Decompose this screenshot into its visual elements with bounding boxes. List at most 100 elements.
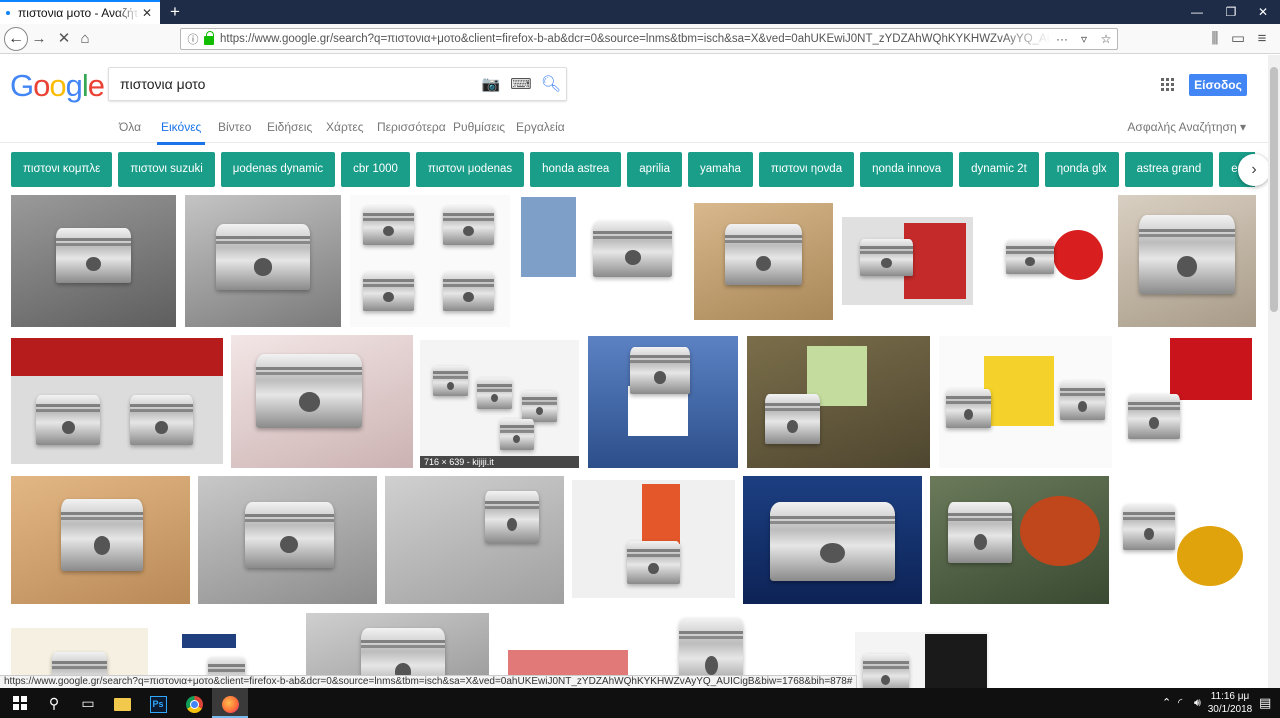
bookmark-star-icon[interactable]: ☆: [1095, 32, 1117, 46]
stop-loading-icon[interactable]: ✕: [54, 29, 74, 49]
related-searches-chips: πιστονι κομπλε πιστονι suzuki μodenas dyna…: [11, 152, 1255, 188]
firefox-icon[interactable]: [212, 688, 248, 718]
network-icon[interactable]: ◜: [1178, 688, 1182, 718]
image-result[interactable]: [588, 336, 738, 468]
chip[interactable]: ηonda glx: [1044, 152, 1119, 187]
image-result[interactable]: [855, 632, 989, 688]
forward-arrow-icon[interactable]: →: [29, 29, 49, 49]
browser-titlebar: πιστονια μοτο - Αναζήτηση Google ✕ + — ❐…: [0, 0, 1280, 24]
task-view-icon[interactable]: ▭: [70, 688, 106, 718]
show-hidden-icons-icon[interactable]: ⌃: [1162, 688, 1171, 718]
vertical-scrollbar[interactable]: [1268, 55, 1280, 688]
search-box: 📷 ⌨ 🔍︎: [108, 67, 567, 101]
image-result[interactable]: [385, 476, 564, 604]
keyboard-icon[interactable]: ⌨: [506, 75, 536, 93]
photoshop-icon[interactable]: Ps: [140, 688, 176, 718]
image-hover-caption: 716 × 639 - kijiji.it: [420, 456, 579, 468]
image-result[interactable]: [11, 195, 176, 327]
chip[interactable]: μodenas dynamic: [220, 152, 336, 187]
info-icon[interactable]: ⓘ: [184, 31, 202, 47]
image-result[interactable]: [743, 476, 922, 604]
tab-loading-icon: [6, 11, 10, 15]
tab-more[interactable]: Περισσότερα: [377, 120, 446, 134]
chip[interactable]: πιστονι μodenas: [415, 152, 525, 187]
image-result[interactable]: [350, 195, 510, 327]
tab-news[interactable]: Ειδήσεις: [267, 120, 312, 134]
minimize-icon[interactable]: —: [1180, 0, 1214, 24]
google-logo[interactable]: Google: [10, 68, 105, 104]
scrollbar-thumb[interactable]: [1270, 67, 1278, 312]
logo-letter: G: [10, 68, 34, 103]
image-result[interactable]: [185, 195, 341, 327]
address-bar[interactable]: ⓘ https://www.google.gr/search?q=πιστονι…: [180, 28, 1118, 50]
image-result[interactable]: [572, 480, 735, 598]
image-result[interactable]: [519, 195, 684, 327]
chip[interactable]: πιστονι ηονda: [758, 152, 855, 187]
browser-navbar: ← → ✕ ⌂ ⓘ https://www.google.gr/search?q…: [0, 24, 1280, 54]
chip[interactable]: dynamic 2t: [959, 152, 1039, 187]
window-close-icon[interactable]: ✕: [1246, 0, 1280, 24]
maximize-icon[interactable]: ❐: [1214, 0, 1248, 24]
new-tab-button[interactable]: +: [166, 2, 184, 22]
browser-tab-active[interactable]: πιστονια μοτο - Αναζήτηση Google ✕: [0, 0, 160, 24]
home-icon[interactable]: ⌂: [75, 29, 95, 49]
image-result[interactable]: [11, 338, 223, 464]
library-icon[interactable]: ⫼: [1205, 29, 1225, 49]
image-result[interactable]: [420, 340, 579, 468]
apps-grid-icon[interactable]: [1161, 78, 1174, 91]
tab-maps[interactable]: Χάρτες: [326, 120, 363, 134]
url-text[interactable]: https://www.google.gr/search?q=πιστονια+…: [220, 33, 1051, 45]
volume-icon[interactable]: 🔊︎: [1194, 688, 1201, 718]
windows-logo-icon: [13, 696, 27, 710]
search-icon[interactable]: ⚲: [36, 688, 72, 718]
tab-settings[interactable]: Ρυθμίσεις: [453, 120, 505, 134]
start-button[interactable]: [0, 688, 36, 718]
image-result[interactable]: [939, 336, 1112, 468]
chip[interactable]: ηonda innova: [860, 152, 954, 187]
chip[interactable]: honda astrea: [530, 152, 622, 187]
chrome-icon[interactable]: [176, 688, 212, 718]
camera-icon[interactable]: 📷: [476, 75, 506, 93]
search-icon[interactable]: 🔍︎: [536, 74, 566, 94]
tab-videos[interactable]: Βίντεο: [218, 120, 251, 134]
image-result[interactable]: [983, 220, 1110, 300]
menu-icon[interactable]: ≡: [1252, 29, 1272, 49]
chip[interactable]: πιστονι suzuki: [118, 152, 215, 187]
image-result[interactable]: [930, 476, 1109, 604]
image-result[interactable]: [1117, 486, 1256, 596]
back-button[interactable]: ←: [4, 27, 28, 51]
page-actions-icon[interactable]: ···: [1051, 32, 1073, 46]
search-input[interactable]: [109, 69, 476, 99]
chip[interactable]: πιστονι κομπλε: [11, 152, 113, 187]
tab-close-icon[interactable]: ✕: [140, 6, 154, 20]
windows-taskbar: ⚲ ▭ Ps ⌃ ◜ 🔊︎ 11:16 μμ 30/1/2018 ▤: [0, 688, 1280, 718]
logo-letter: o: [49, 68, 66, 103]
pocket-icon[interactable]: ▿: [1073, 32, 1095, 46]
signin-button[interactable]: Είσοδος: [1189, 74, 1247, 96]
sidebar-icon[interactable]: ▭: [1228, 29, 1248, 49]
tab-images[interactable]: Εικόνες: [156, 120, 206, 145]
image-result[interactable]: [231, 335, 413, 468]
lock-icon[interactable]: [204, 31, 214, 45]
image-result[interactable]: [11, 476, 190, 604]
tab-all[interactable]: Όλα: [119, 120, 141, 134]
tab-title: πιστονια μοτο - Αναζήτηση Google: [18, 6, 140, 20]
chip[interactable]: cbr 1000: [341, 152, 410, 187]
file-explorer-icon[interactable]: [104, 688, 140, 718]
image-result[interactable]: [694, 203, 833, 320]
chip[interactable]: aprilia: [627, 152, 682, 187]
image-result[interactable]: [747, 336, 930, 468]
system-clock[interactable]: 11:16 μμ 30/1/2018: [1206, 690, 1254, 716]
image-result[interactable]: [198, 476, 377, 604]
image-result[interactable]: [1120, 336, 1256, 468]
notifications-icon[interactable]: ▤: [1259, 688, 1271, 718]
search-tabs: Όλα Εικόνες Βίντεο Ειδήσεις Χάρτες Περισ…: [0, 112, 1280, 145]
chevron-right-icon[interactable]: ›: [1238, 154, 1270, 186]
tab-tools[interactable]: Εργαλεία: [516, 120, 565, 134]
chip[interactable]: yamaha: [687, 152, 753, 187]
image-result[interactable]: [1118, 195, 1256, 327]
image-result[interactable]: [842, 217, 973, 305]
safe-search-dropdown[interactable]: Ασφαλής Αναζήτηση ▾: [1127, 120, 1246, 134]
chip[interactable]: astrea grand: [1124, 152, 1214, 187]
clock-time: 11:16 μμ: [1210, 691, 1250, 702]
